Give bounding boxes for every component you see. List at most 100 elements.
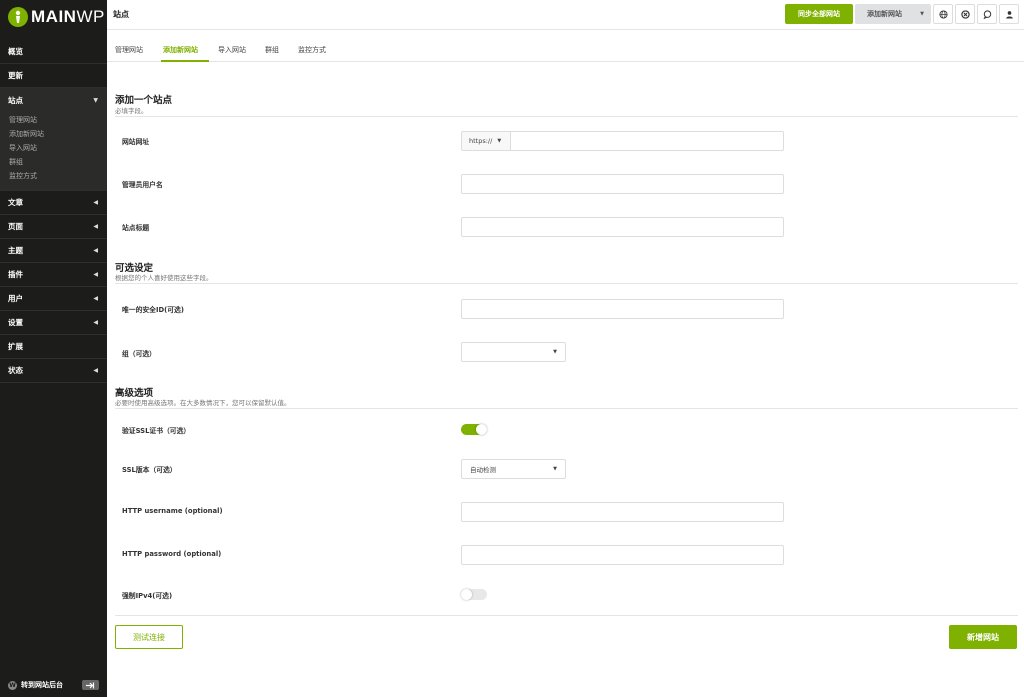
http-password-label: HTTP password (optional) — [122, 550, 222, 558]
user-icon[interactable] — [999, 4, 1019, 24]
section-divider — [115, 283, 1018, 284]
caret-left-icon: ◀ — [93, 247, 98, 254]
subnav-item-groups[interactable]: 群组 — [0, 155, 107, 169]
tab-import-sites[interactable]: 导入网站 — [218, 45, 246, 55]
ssl-verify-toggle[interactable] — [461, 424, 487, 435]
add-new-site-dropdown[interactable]: 添加新网站 ▼ — [855, 4, 931, 24]
chevron-down-icon: ▼ — [553, 349, 557, 355]
sites-tabs: 管理网站 添加新网站 导入网站 群组 监控方式 — [107, 40, 1024, 62]
add-new-site-button[interactable]: 新增网站 — [949, 625, 1017, 649]
sidebar-item-status[interactable]: 状态 ◀ — [0, 359, 107, 383]
ssl-version-select[interactable]: 自动检测 ▼ — [461, 459, 566, 479]
add-new-site-label: 添加新网站 — [867, 10, 902, 18]
subnav-item-add-new-site[interactable]: 添加新网站 — [0, 127, 107, 141]
chevron-down-icon: ▼ — [497, 138, 502, 144]
tab-monitoring[interactable]: 监控方式 — [298, 45, 326, 55]
subnav-item-manage-sites[interactable]: 管理网站 — [0, 113, 107, 127]
caret-down-icon: ▼ — [93, 96, 98, 104]
close-circle-icon[interactable] — [955, 4, 975, 24]
sidebar-item-label: 主题 — [8, 246, 23, 255]
caret-left-icon: ◀ — [93, 199, 98, 206]
sidebar-item-label: 站点 — [8, 95, 23, 105]
force-ipv4-toggle[interactable] — [461, 589, 487, 600]
caret-left-icon: ◀ — [93, 295, 98, 302]
sidebar-item-users[interactable]: 用户 ◀ — [0, 287, 107, 311]
goto-wp-admin-link[interactable]: W 转到网站后台 — [8, 680, 63, 690]
sidebar-item-label: 用户 — [8, 294, 23, 303]
wordpress-icon: W — [8, 680, 17, 690]
sidebar-footer: W 转到网站后台 — [0, 673, 107, 697]
exit-icon[interactable] — [82, 680, 99, 690]
section-divider — [115, 116, 1018, 117]
sidebar-item-label: 更新 — [8, 71, 23, 80]
sidebar-item-label: 状态 — [8, 366, 23, 375]
caret-left-icon: ◀ — [93, 223, 98, 230]
sidebar-item-extensions[interactable]: 扩展 — [0, 335, 107, 359]
section-divider — [115, 615, 1018, 616]
caret-left-icon: ◀ — [93, 367, 98, 374]
globe-icon[interactable] — [933, 4, 953, 24]
sidebar-subnav-sites: 管理网站 添加新网站 导入网站 群组 监控方式 — [0, 112, 107, 191]
sidebar-item-label: 文章 — [8, 198, 23, 207]
admin-username-label: 管理员用户名 — [122, 181, 163, 189]
sidebar-item-label: 扩展 — [8, 342, 23, 351]
site-title-input[interactable] — [461, 217, 784, 237]
ssl-version-value: 自动检测 — [470, 466, 496, 474]
protocol-value: https:// — [469, 137, 493, 145]
unique-id-input[interactable] — [461, 299, 784, 319]
sidebar-item-plugins[interactable]: 插件 ◀ — [0, 263, 107, 287]
sidebar-nav: 概览 更新 站点 ▼ 管理网站 添加新网站 导入网站 群组 监控方式 文章 ◀ 页面… — [0, 40, 107, 383]
caret-left-icon: ◀ — [93, 271, 98, 278]
tab-groups[interactable]: 群组 — [265, 45, 279, 55]
admin-username-input[interactable] — [461, 174, 784, 194]
sidebar-item-label: 页面 — [8, 222, 23, 231]
site-url-label: 网站网址 — [122, 138, 150, 146]
sidebar-item-sites[interactable]: 站点 ▼ — [0, 88, 107, 112]
mainwp-logo[interactable]: MAINWP — [0, 0, 107, 34]
http-username-input[interactable] — [461, 502, 784, 522]
sidebar-item-label: 概览 — [8, 47, 23, 56]
sidebar-item-updates[interactable]: 更新 — [0, 64, 107, 88]
page-title: 站点 — [113, 10, 129, 19]
section-subtitle-add-site: 必填字段。 — [115, 107, 148, 115]
tab-manage-sites[interactable]: 管理网站 — [115, 45, 143, 55]
active-tab-indicator — [161, 60, 209, 62]
tab-add-new-site[interactable]: 添加新网站 — [163, 45, 198, 55]
section-subtitle-optional: 根据您的个人喜好使用这些字段。 — [115, 274, 213, 282]
sidebar: MAINWP 概览 更新 站点 ▼ 管理网站 添加新网站 导入网站 群组 监控方式… — [0, 0, 107, 697]
section-divider — [115, 408, 1018, 409]
http-password-input[interactable] — [461, 545, 784, 565]
group-label: 组（可选） — [122, 350, 156, 358]
chat-icon[interactable] — [977, 4, 997, 24]
section-subtitle-advanced: 必要时使用高级选项。在大多数情况下，您可以保留默认值。 — [115, 399, 291, 407]
caret-left-icon: ◀ — [93, 319, 98, 326]
protocol-select[interactable]: https:// ▼ — [461, 131, 510, 151]
site-url-input[interactable] — [510, 131, 784, 151]
mainwp-logo-icon — [8, 7, 28, 27]
group-select[interactable]: ▼ — [461, 342, 566, 362]
sidebar-item-posts[interactable]: 文章 ◀ — [0, 191, 107, 215]
chevron-down-icon: ▼ — [920, 11, 924, 17]
toggle-knob — [461, 589, 472, 600]
ssl-verify-label: 验证SSL证书（可选） — [122, 427, 191, 435]
sidebar-item-label: 插件 — [8, 270, 23, 279]
unique-id-label: 唯一的安全ID(可选) — [122, 306, 184, 314]
sidebar-item-settings[interactable]: 设置 ◀ — [0, 311, 107, 335]
test-connection-button[interactable]: 测试连接 — [115, 625, 183, 649]
force-ipv4-label: 强制IPv4(可选) — [122, 592, 173, 600]
top-bar: 站点 同步全部网站 添加新网站 ▼ — [107, 0, 1024, 30]
chevron-down-icon: ▼ — [553, 466, 557, 472]
subnav-item-monitoring[interactable]: 监控方式 — [0, 169, 107, 183]
sidebar-item-overview[interactable]: 概览 — [0, 40, 107, 64]
http-username-label: HTTP username (optional) — [122, 507, 223, 515]
sync-all-sites-button[interactable]: 同步全部网站 — [785, 4, 853, 24]
toggle-knob — [476, 424, 487, 435]
subnav-item-import-sites[interactable]: 导入网站 — [0, 141, 107, 155]
sidebar-item-themes[interactable]: 主题 ◀ — [0, 239, 107, 263]
sidebar-item-pages[interactable]: 页面 ◀ — [0, 215, 107, 239]
sidebar-item-label: 设置 — [8, 318, 23, 327]
goto-wp-admin-label: 转到网站后台 — [21, 681, 63, 689]
section-title-add-site: 添加一个站点 — [115, 95, 173, 106]
mainwp-logo-text: MAINWP — [31, 7, 105, 26]
ssl-version-label: SSL版本（可选） — [122, 466, 177, 474]
